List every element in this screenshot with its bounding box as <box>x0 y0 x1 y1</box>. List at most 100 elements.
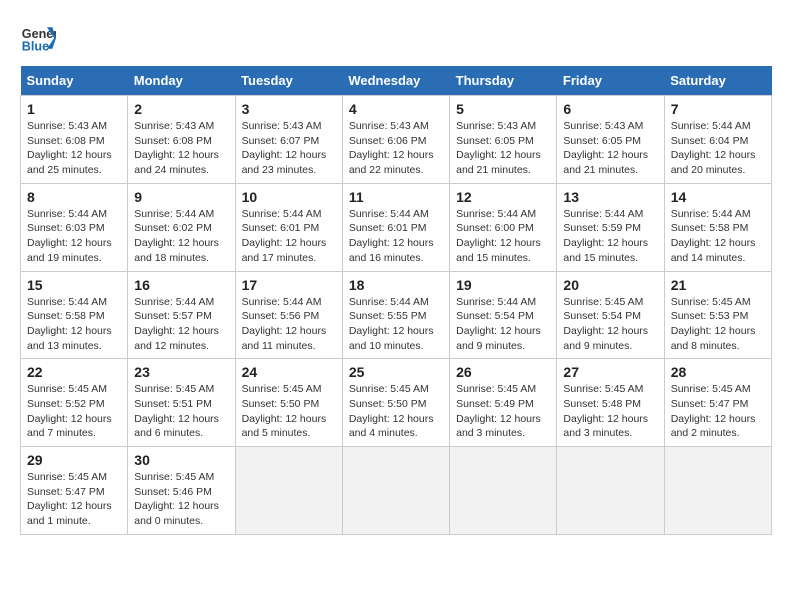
day-detail: Sunrise: 5:44 AM Sunset: 6:02 PM Dayligh… <box>134 207 228 266</box>
day-detail: Sunrise: 5:44 AM Sunset: 5:58 PM Dayligh… <box>27 295 121 354</box>
calendar-cell: 8 Sunrise: 5:44 AM Sunset: 6:03 PM Daylig… <box>21 183 128 271</box>
day-number: 7 <box>671 101 765 117</box>
day-detail: Sunrise: 5:45 AM Sunset: 5:46 PM Dayligh… <box>134 470 228 529</box>
day-number: 20 <box>563 277 657 293</box>
day-number: 8 <box>27 189 121 205</box>
calendar-week-1: 1Sunrise: 5:43 AM Sunset: 6:08 PM Daylig… <box>21 96 772 184</box>
day-number: 24 <box>242 364 336 380</box>
day-detail: Sunrise: 5:44 AM Sunset: 6:01 PM Dayligh… <box>349 207 443 266</box>
day-detail: Sunrise: 5:44 AM Sunset: 5:58 PM Dayligh… <box>671 207 765 266</box>
calendar-body: 1Sunrise: 5:43 AM Sunset: 6:08 PM Daylig… <box>21 96 772 535</box>
calendar-week-3: 15 Sunrise: 5:44 AM Sunset: 5:58 PM Dayli… <box>21 271 772 359</box>
day-number: 16 <box>134 277 228 293</box>
day-number: 3 <box>242 101 336 117</box>
day-number: 14 <box>671 189 765 205</box>
day-number: 15 <box>27 277 121 293</box>
day-detail: Sunrise: 5:44 AM Sunset: 6:03 PM Dayligh… <box>27 207 121 266</box>
calendar-cell: 4 Sunrise: 5:43 AM Sunset: 6:06 PM Daylig… <box>342 96 449 184</box>
calendar-cell: 18 Sunrise: 5:44 AM Sunset: 5:55 PM Dayli… <box>342 271 449 359</box>
calendar-cell: 5Sunrise: 5:43 AM Sunset: 6:05 PM Daylig… <box>450 96 557 184</box>
calendar-cell: 20 Sunrise: 5:45 AM Sunset: 5:54 PM Dayli… <box>557 271 664 359</box>
day-number: 19 <box>456 277 550 293</box>
calendar-week-5: 29Sunrise: 5:45 AM Sunset: 5:47 PM Dayli… <box>21 447 772 535</box>
calendar-cell: 28 Sunrise: 5:45 AM Sunset: 5:47 PM Dayli… <box>664 359 771 447</box>
day-detail: Sunrise: 5:45 AM Sunset: 5:50 PM Dayligh… <box>349 382 443 441</box>
day-number: 21 <box>671 277 765 293</box>
col-header-saturday: Saturday <box>664 66 771 96</box>
calendar-cell: 9 Sunrise: 5:44 AM Sunset: 6:02 PM Daylig… <box>128 183 235 271</box>
calendar-cell: 17 Sunrise: 5:44 AM Sunset: 5:56 PM Dayli… <box>235 271 342 359</box>
day-number: 23 <box>134 364 228 380</box>
day-detail: Sunrise: 5:45 AM Sunset: 5:50 PM Dayligh… <box>242 382 336 441</box>
calendar-table: SundayMondayTuesdayWednesdayThursdayFrid… <box>20 66 772 535</box>
day-detail: Sunrise: 5:45 AM Sunset: 5:52 PM Dayligh… <box>27 382 121 441</box>
calendar-cell: 27Sunrise: 5:45 AM Sunset: 5:48 PM Dayli… <box>557 359 664 447</box>
day-detail: Sunrise: 5:44 AM Sunset: 5:59 PM Dayligh… <box>563 207 657 266</box>
day-detail: Sunrise: 5:45 AM Sunset: 5:51 PM Dayligh… <box>134 382 228 441</box>
day-number: 11 <box>349 189 443 205</box>
day-number: 6 <box>563 101 657 117</box>
calendar-cell <box>664 447 771 535</box>
calendar-cell: 1Sunrise: 5:43 AM Sunset: 6:08 PM Daylig… <box>21 96 128 184</box>
calendar-cell: 15 Sunrise: 5:44 AM Sunset: 5:58 PM Dayli… <box>21 271 128 359</box>
day-detail: Sunrise: 5:45 AM Sunset: 5:53 PM Dayligh… <box>671 295 765 354</box>
day-number: 18 <box>349 277 443 293</box>
day-detail: Sunrise: 5:44 AM Sunset: 5:55 PM Dayligh… <box>349 295 443 354</box>
calendar-cell: 2Sunrise: 5:43 AM Sunset: 6:08 PM Daylig… <box>128 96 235 184</box>
calendar-cell: 11 Sunrise: 5:44 AM Sunset: 6:01 PM Dayli… <box>342 183 449 271</box>
day-number: 2 <box>134 101 228 117</box>
calendar-cell: 30 Sunrise: 5:45 AM Sunset: 5:46 PM Dayli… <box>128 447 235 535</box>
calendar-cell: 26 Sunrise: 5:45 AM Sunset: 5:49 PM Dayli… <box>450 359 557 447</box>
calendar-cell: 13Sunrise: 5:44 AM Sunset: 5:59 PM Dayli… <box>557 183 664 271</box>
day-number: 9 <box>134 189 228 205</box>
day-number: 26 <box>456 364 550 380</box>
day-number: 30 <box>134 452 228 468</box>
day-number: 17 <box>242 277 336 293</box>
page-header: General Blue <box>20 20 772 56</box>
day-detail: Sunrise: 5:44 AM Sunset: 6:00 PM Dayligh… <box>456 207 550 266</box>
col-header-thursday: Thursday <box>450 66 557 96</box>
logo: General Blue <box>20 20 56 56</box>
col-header-monday: Monday <box>128 66 235 96</box>
day-detail: Sunrise: 5:45 AM Sunset: 5:54 PM Dayligh… <box>563 295 657 354</box>
day-detail: Sunrise: 5:44 AM Sunset: 5:57 PM Dayligh… <box>134 295 228 354</box>
calendar-cell: 21 Sunrise: 5:45 AM Sunset: 5:53 PM Dayli… <box>664 271 771 359</box>
day-detail: Sunrise: 5:45 AM Sunset: 5:47 PM Dayligh… <box>671 382 765 441</box>
calendar-cell: 7 Sunrise: 5:44 AM Sunset: 6:04 PM Daylig… <box>664 96 771 184</box>
calendar-cell: 24 Sunrise: 5:45 AM Sunset: 5:50 PM Dayli… <box>235 359 342 447</box>
day-detail: Sunrise: 5:43 AM Sunset: 6:05 PM Dayligh… <box>563 119 657 178</box>
calendar-cell: 6 Sunrise: 5:43 AM Sunset: 6:05 PM Daylig… <box>557 96 664 184</box>
day-detail: Sunrise: 5:44 AM Sunset: 5:54 PM Dayligh… <box>456 295 550 354</box>
day-detail: Sunrise: 5:43 AM Sunset: 6:07 PM Dayligh… <box>242 119 336 178</box>
col-header-tuesday: Tuesday <box>235 66 342 96</box>
calendar-cell <box>450 447 557 535</box>
calendar-cell: 19 Sunrise: 5:44 AM Sunset: 5:54 PM Dayli… <box>450 271 557 359</box>
day-detail: Sunrise: 5:45 AM Sunset: 5:49 PM Dayligh… <box>456 382 550 441</box>
day-number: 28 <box>671 364 765 380</box>
calendar-cell <box>235 447 342 535</box>
svg-text:Blue: Blue <box>22 40 49 54</box>
day-detail: Sunrise: 5:44 AM Sunset: 5:56 PM Dayligh… <box>242 295 336 354</box>
calendar-cell: 29Sunrise: 5:45 AM Sunset: 5:47 PM Dayli… <box>21 447 128 535</box>
calendar-cell: 3 Sunrise: 5:43 AM Sunset: 6:07 PM Daylig… <box>235 96 342 184</box>
calendar-cell: 10Sunrise: 5:44 AM Sunset: 6:01 PM Dayli… <box>235 183 342 271</box>
calendar-cell <box>557 447 664 535</box>
day-number: 12 <box>456 189 550 205</box>
day-number: 27 <box>563 364 657 380</box>
day-number: 10 <box>242 189 336 205</box>
day-detail: Sunrise: 5:43 AM Sunset: 6:06 PM Dayligh… <box>349 119 443 178</box>
day-detail: Sunrise: 5:43 AM Sunset: 6:08 PM Dayligh… <box>27 119 121 178</box>
calendar-cell: 25Sunrise: 5:45 AM Sunset: 5:50 PM Dayli… <box>342 359 449 447</box>
col-header-friday: Friday <box>557 66 664 96</box>
calendar-week-2: 8 Sunrise: 5:44 AM Sunset: 6:03 PM Daylig… <box>21 183 772 271</box>
day-detail: Sunrise: 5:45 AM Sunset: 5:47 PM Dayligh… <box>27 470 121 529</box>
calendar-cell: 23 Sunrise: 5:45 AM Sunset: 5:51 PM Dayli… <box>128 359 235 447</box>
calendar-header-row: SundayMondayTuesdayWednesdayThursdayFrid… <box>21 66 772 96</box>
col-header-sunday: Sunday <box>21 66 128 96</box>
day-number: 4 <box>349 101 443 117</box>
col-header-wednesday: Wednesday <box>342 66 449 96</box>
day-detail: Sunrise: 5:44 AM Sunset: 6:04 PM Dayligh… <box>671 119 765 178</box>
day-number: 5 <box>456 101 550 117</box>
calendar-cell: 12 Sunrise: 5:44 AM Sunset: 6:00 PM Dayli… <box>450 183 557 271</box>
calendar-week-4: 22Sunrise: 5:45 AM Sunset: 5:52 PM Dayli… <box>21 359 772 447</box>
